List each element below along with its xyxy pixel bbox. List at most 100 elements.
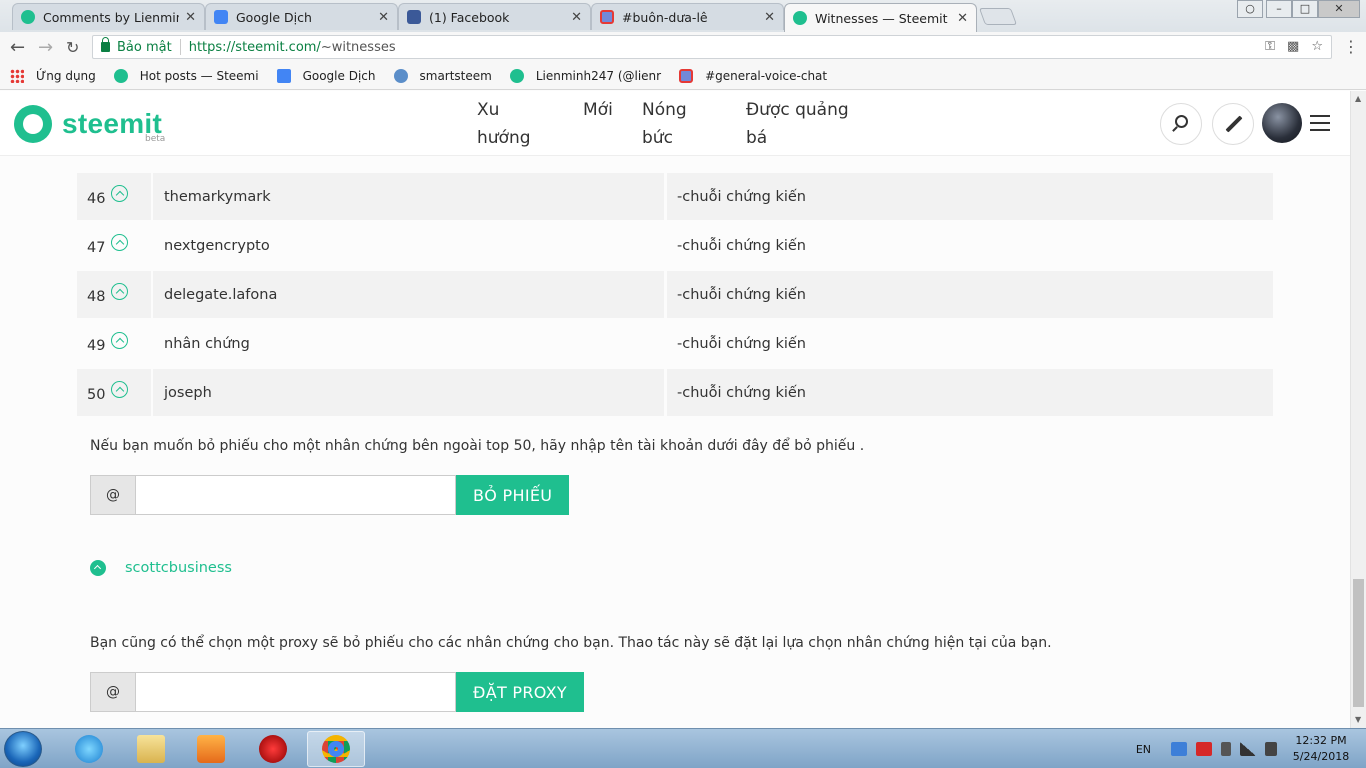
table-row: 47 nextgencrypto -chuỗi chứng kiến (77, 222, 1273, 269)
secure-indicator[interactable]: Bảo mật (101, 37, 172, 55)
pencil-icon (1225, 115, 1243, 133)
volume-icon[interactable] (1265, 742, 1277, 756)
nav-promoted[interactable]: Được quảng bá (746, 96, 849, 152)
bookmark-label: #general-voice-chat (705, 68, 828, 83)
bookmark-label: Lienminh247 (@lienr (535, 68, 662, 83)
witness-name[interactable]: joseph (153, 369, 664, 416)
tab-label: Comments by Lienminh2 (43, 9, 179, 25)
upvoted-icon[interactable] (90, 560, 106, 576)
taskbar-media-player[interactable] (182, 731, 240, 767)
hamburger-menu-icon[interactable] (1310, 115, 1330, 131)
network-app-icon[interactable] (1171, 742, 1187, 756)
close-icon[interactable]: ✕ (571, 10, 582, 25)
kebab-menu-icon[interactable]: ⋮ (1343, 37, 1359, 56)
witness-account-input[interactable] (136, 475, 456, 515)
voted-witness-name[interactable]: scottcbusiness (125, 560, 232, 576)
close-window-button[interactable]: ✕ (1318, 0, 1360, 18)
nav-label: Xu (477, 100, 500, 120)
scroll-up-arrow-icon[interactable]: ▲ (1355, 94, 1361, 103)
set-proxy-button[interactable]: ĐẶT PROXY (456, 672, 584, 712)
user-icon[interactable]: ○ (1237, 0, 1263, 18)
new-tab-button[interactable] (978, 8, 1018, 25)
taskbar-chrome[interactable] (307, 731, 365, 767)
taskbar-internet-explorer[interactable] (60, 731, 118, 767)
rank-cell: 50 (77, 369, 151, 416)
taskbar-garena[interactable] (244, 731, 302, 767)
bookmark-item[interactable]: Hot posts — Steemi (113, 68, 259, 83)
witness-name[interactable]: delegate.lafona (153, 271, 664, 318)
page-scrollbar[interactable]: ▲ ▼ (1350, 91, 1366, 728)
browser-tab[interactable]: Comments by Lienminh2 ✕ (12, 3, 205, 30)
browser-tab[interactable]: #buôn-dưa-lê ✕ (591, 3, 784, 30)
bookmark-label: Ứng dụng (36, 68, 96, 83)
close-icon[interactable]: ✕ (957, 11, 968, 26)
os-taskbar: EN 12:32 PM 5/24/2018 (0, 728, 1366, 768)
steemit-logo[interactable]: steemit (14, 105, 162, 143)
close-icon[interactable]: ✕ (185, 10, 196, 25)
upvote-icon[interactable] (111, 283, 129, 300)
clock[interactable]: 12:32 PM 5/24/2018 (1286, 733, 1356, 765)
rank-cell: 47 (77, 222, 151, 269)
proxy-account-input[interactable] (136, 672, 456, 712)
windows-start-icon[interactable] (4, 731, 42, 767)
witness-info[interactable]: -chuỗi chứng kiến (667, 320, 1273, 367)
clock-time: 12:32 PM (1295, 734, 1347, 747)
nav-hot[interactable]: Nóng bức (642, 96, 687, 152)
witness-name[interactable]: themarkymark (153, 173, 664, 220)
lock-icon (101, 37, 110, 52)
internet-explorer-icon (75, 735, 103, 763)
bookmark-item[interactable]: Lienminh247 (@lienr (509, 68, 662, 83)
at-prefix: @ (90, 475, 136, 515)
table-row: 48 delegate.lafona -chuỗi chứng kiến (77, 271, 1273, 318)
witness-info[interactable]: -chuỗi chứng kiến (667, 271, 1273, 318)
forward-arrow-icon[interactable]: → (38, 37, 53, 58)
scroll-thumb[interactable] (1353, 579, 1364, 707)
tab-label: Witnesses — Steemit (815, 10, 948, 26)
browser-tab[interactable]: Google Dịch ✕ (205, 3, 398, 30)
nav-new[interactable]: Mới (583, 96, 613, 124)
browser-tab-strip: Comments by Lienminh2 ✕ Google Dịch ✕ (1… (0, 0, 1366, 32)
translate-icon[interactable]: ▩ (1287, 39, 1299, 54)
write-post-button[interactable] (1212, 103, 1254, 145)
back-arrow-icon[interactable]: ← (10, 37, 25, 58)
witness-info[interactable]: -chuỗi chứng kiến (667, 173, 1273, 220)
key-icon[interactable]: ⚿ (1265, 39, 1275, 54)
nav-trending[interactable]: Xu hướng (477, 96, 531, 152)
upvote-icon[interactable] (111, 185, 129, 202)
witness-info[interactable]: -chuỗi chứng kiến (667, 369, 1273, 416)
at-prefix: @ (90, 672, 136, 712)
bookmark-item[interactable]: #general-voice-chat (679, 68, 828, 83)
minimize-button[interactable]: – (1266, 0, 1292, 18)
close-icon[interactable]: ✕ (764, 10, 775, 25)
signal-icon[interactable] (1240, 742, 1256, 756)
witness-rank: 48 (87, 288, 106, 305)
witness-name[interactable]: nhân chứng (153, 320, 664, 367)
star-icon[interactable]: ☆ (1311, 39, 1323, 54)
bookmark-apps[interactable]: Ứng dụng (0, 68, 96, 83)
bookmark-item[interactable]: smartsteem (393, 68, 492, 83)
close-icon[interactable]: ✕ (378, 10, 389, 25)
vote-button[interactable]: BỎ PHIẾU (456, 475, 570, 515)
google-translate-icon (276, 68, 291, 83)
witness-name[interactable]: nextgencrypto (153, 222, 664, 269)
tab-label: (1) Facebook (429, 9, 510, 25)
language-indicator[interactable]: EN (1136, 743, 1151, 756)
restore-button[interactable]: □ (1292, 0, 1318, 18)
browser-tab-active[interactable]: Witnesses — Steemit ✕ (784, 3, 977, 32)
witness-info[interactable]: -chuỗi chứng kiến (667, 222, 1273, 269)
steemit-logo-icon (14, 105, 52, 143)
search-button[interactable] (1160, 103, 1202, 145)
table-row: 49 nhân chứng -chuỗi chứng kiến (77, 320, 1273, 367)
upvote-icon[interactable] (111, 381, 129, 398)
safely-remove-icon[interactable] (1221, 742, 1231, 756)
upvote-icon[interactable] (111, 332, 129, 349)
avatar[interactable] (1262, 103, 1302, 143)
scroll-down-arrow-icon[interactable]: ▼ (1355, 715, 1361, 724)
taskbar-file-explorer[interactable] (122, 731, 180, 767)
reload-icon[interactable]: ↻ (66, 38, 79, 57)
browser-tab[interactable]: (1) Facebook ✕ (398, 3, 591, 30)
address-bar[interactable]: Bảo mật https://steemit.com/~witnesses ⚿… (92, 35, 1332, 59)
upvote-icon[interactable] (111, 234, 129, 251)
bookmark-item[interactable]: Google Dịch (276, 68, 376, 83)
antivirus-icon[interactable] (1196, 742, 1212, 756)
